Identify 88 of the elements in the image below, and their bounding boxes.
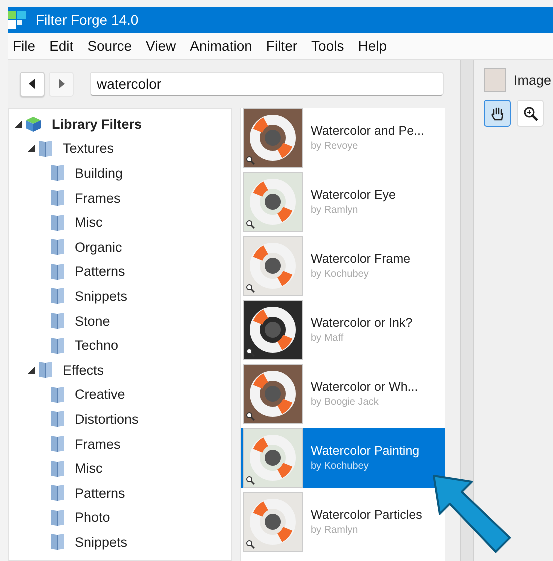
tree-item[interactable]: Photo [75,510,110,526]
menu-item[interactable]: Source [80,38,140,54]
zoom-in-icon [522,106,538,122]
thumbnail-drawing [243,428,303,488]
thumbnail-drawing [243,300,303,360]
tree-item[interactable]: Effects [63,362,104,378]
tree-item[interactable]: Organic [75,240,122,255]
menu-item[interactable]: View [139,38,184,54]
tree-item[interactable]: Snippets [75,534,128,550]
image-thumbnail-icon [484,68,506,92]
folder-icon [50,336,65,355]
folder-icon [50,238,65,256]
thumbnail-drawing [243,364,303,424]
filter-author: by Kochubey [311,269,370,280]
filter-author: by Maff [311,333,345,344]
filter-title: Watercolor Eye [311,188,396,202]
tree-item[interactable]: Distortions [75,412,139,427]
filter-title: Watercolor Frame [311,252,411,266]
filter-list-item[interactable]: Watercolor Frame by Kochubey [241,236,445,296]
filter-author: by Boogie Jack [311,397,380,408]
forward-arrow-icon [58,79,65,89]
back-arrow-icon [29,79,36,89]
menu-item[interactable]: Tools [304,38,352,54]
folder-icon [38,361,53,380]
search-field[interactable]: watercolor [90,72,444,96]
tree-item[interactable]: Patterns [75,264,126,280]
folder-icon [50,460,65,478]
tree-item[interactable]: Stone [75,314,110,329]
tree-item[interactable]: Library Filters [52,116,142,132]
hand-icon [490,106,506,122]
zoom-tool-button[interactable] [517,100,544,127]
filter-author: by Revoye [311,141,360,152]
filter-list-item[interactable]: Watercolor and Pe... by Revoye [241,108,445,168]
filter-author: by Kochubey [311,461,370,472]
splitter-bar[interactable] [460,60,474,561]
tree-item[interactable]: Patterns [75,486,126,501]
tree-item[interactable]: Textures [63,141,114,156]
menu-item[interactable]: Filter [259,38,305,54]
menu-item[interactable]: File [8,38,43,54]
folder-icon [50,435,65,454]
thumbnail-drawing [243,236,303,296]
menu-item[interactable]: Animation [183,38,260,54]
tree-item[interactable]: Snippets [75,288,128,304]
folder-icon [50,484,65,502]
back-button[interactable] [20,72,45,96]
tree-item[interactable]: Frames [75,436,121,452]
thumbnail-drawing [243,172,303,232]
filter-title: Watercolor Particles [311,508,422,522]
tree-item[interactable]: Creative [75,387,126,402]
app-logo-icon [8,11,26,29]
menu-item[interactable]: Edit [42,38,81,54]
tree-item[interactable]: Building [75,166,124,181]
cube-icon [25,116,42,133]
folder-icon [38,140,53,158]
folder-icon [50,533,65,552]
thumbnail-drawing [243,492,303,552]
folder-icon [50,312,65,330]
hand-tool-button[interactable] [484,100,511,127]
filter-author: by Ramlyn [311,205,360,216]
folder-icon [50,508,65,527]
folder-icon [50,287,65,306]
filter-list-item[interactable]: Watercolor Particles by Ramlyn [241,492,445,552]
filter-list-item[interactable]: Watercolor or Wh... by Boogie Jack [241,364,445,424]
filter-title: Watercolor or Wh... [311,380,418,394]
tree-item[interactable]: Misc [75,461,103,476]
folder-icon [50,386,65,404]
filter-title: Watercolor and Pe... [311,124,424,138]
tree-item[interactable]: Misc [75,215,103,230]
filter-list-item[interactable]: Watercolor or Ink? by Maff [241,300,445,360]
filter-list-item[interactable]: Watercolor Painting by Kochubey [241,428,445,488]
expanded-arrow-icon[interactable] [15,120,22,128]
menu-item[interactable]: Help [351,38,394,54]
expanded-arrow-icon[interactable] [28,145,35,152]
filter-list-item[interactable]: Watercolor Eye by Ramlyn [241,172,445,232]
folder-icon [50,214,65,232]
tree-item[interactable]: Frames [75,190,121,206]
tree-item[interactable]: Techno [75,338,119,354]
folder-icon [50,410,65,428]
filter-author: by Ramlyn [311,525,360,536]
folder-icon [50,189,65,208]
folder-icon [50,164,65,182]
forward-button[interactable] [49,72,74,96]
filter-title: Watercolor or Ink? [311,316,413,330]
image-tab[interactable]: Image [514,72,552,88]
filter-title: Watercolor Painting [311,444,420,458]
folder-icon [50,262,65,281]
window-title: Filter Forge 14.0 [36,12,139,28]
expanded-arrow-icon[interactable] [28,366,35,374]
